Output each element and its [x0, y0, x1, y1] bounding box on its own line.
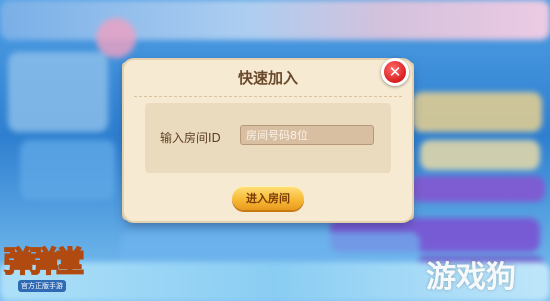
logo-title: 弹弹堂 — [3, 244, 85, 279]
background-panel — [420, 140, 540, 170]
dialog-title: 快速加入 — [237, 69, 298, 87]
close-button[interactable]: ✕ — [381, 58, 409, 86]
game-logo: 弹弹堂 官方正版手游 — [3, 240, 114, 298]
background-top-bar — [0, 0, 550, 40]
join-room-button[interactable]: 进入房间 — [232, 186, 304, 210]
close-icon: ✕ — [388, 62, 402, 81]
logo-subtitle: 官方正版手游 — [18, 280, 66, 292]
room-id-label: 输入房间ID — [160, 131, 221, 145]
room-id-panel: 输入房间ID — [145, 103, 391, 173]
background-panel — [410, 176, 545, 202]
room-id-input[interactable] — [240, 125, 374, 145]
quick-join-dialog: 快速加入 输入房间ID 进入房间 — [124, 60, 412, 221]
background-panel — [20, 140, 115, 200]
background-panel — [412, 92, 542, 132]
background-panel — [8, 52, 108, 132]
dialog-divider — [134, 96, 402, 97]
site-watermark: 游戏狗 — [426, 260, 516, 295]
